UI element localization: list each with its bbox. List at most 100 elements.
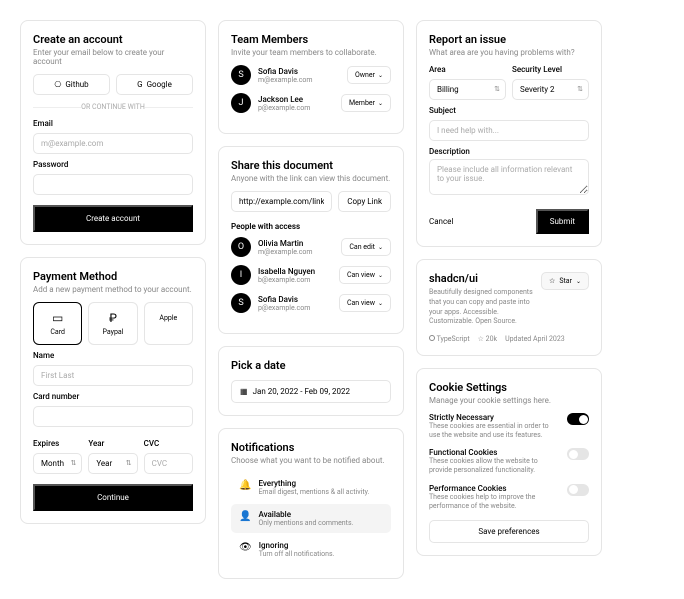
name-input[interactable] — [33, 365, 193, 386]
card-title: Create an account — [33, 33, 193, 46]
person-name: Olivia Martin — [258, 239, 334, 248]
github-button[interactable]: ⎔Github — [33, 74, 110, 95]
card-number-input[interactable] — [33, 406, 193, 427]
year-label: Year — [88, 439, 137, 448]
notif-desc: Turn off all notifications. — [259, 550, 335, 558]
card-subtitle: Invite your team members to collaborate. — [231, 48, 391, 57]
avatar: J — [231, 93, 251, 113]
cvc-label: CVC — [144, 439, 193, 448]
copy-link-button[interactable]: Copy Link — [338, 191, 391, 212]
date-range-button[interactable]: ▦Jan 20, 2022 - Feb 09, 2022 — [231, 380, 391, 403]
name-label: Name — [33, 351, 193, 360]
repo-name: shadcn/ui — [429, 272, 533, 285]
access-person: O Olivia Martinm@example.com Can edit ⌄ — [231, 237, 391, 257]
permission-select[interactable]: Can edit ⌄ — [341, 238, 391, 256]
notification-option[interactable]: 👤AvailableOnly mentions and comments. — [231, 504, 391, 533]
create-account-card: Create an account Enter your email below… — [20, 20, 206, 245]
person-email: p@example.com — [258, 304, 332, 312]
notif-icon: 👁 — [239, 542, 252, 553]
save-preferences-button[interactable]: Save preferences — [429, 520, 589, 543]
avatar: S — [231, 293, 251, 313]
card-title: Cookie Settings — [429, 381, 589, 394]
avatar: I — [231, 265, 251, 285]
lang-dot-icon — [429, 335, 435, 341]
member-name: Sofia Davis — [258, 67, 340, 76]
team-member: J Jackson Leep@example.com Member ⌄ — [231, 93, 391, 113]
google-button[interactable]: GGoogle — [116, 74, 193, 95]
payment-card: Payment Method Add a new payment method … — [20, 257, 206, 524]
notification-option[interactable]: 🔔EverythingEmail digest, mentions & all … — [231, 473, 391, 502]
cookie-toggle[interactable] — [567, 448, 589, 460]
person-name: Isabella Nguyen — [258, 267, 332, 276]
chevron-down-icon: ⌄ — [378, 72, 383, 79]
date-picker-card: Pick a date ▦Jan 20, 2022 - Feb 09, 2022 — [218, 346, 404, 416]
chevron-down-icon: ⌄ — [378, 244, 383, 251]
expires-year-select[interactable]: Year — [88, 453, 137, 474]
area-select[interactable]: Billing — [429, 79, 506, 100]
star-button[interactable]: ☆Star⌄ — [541, 272, 589, 290]
create-account-button[interactable]: Create account — [33, 205, 193, 232]
password-input[interactable] — [33, 174, 193, 195]
role-select[interactable]: Member ⌄ — [341, 94, 391, 112]
description-input[interactable] — [429, 159, 589, 195]
card-subtitle: Choose what you want to be notified abou… — [231, 456, 391, 465]
person-email: m@example.com — [258, 248, 334, 256]
pay-option-paypal[interactable]: ₽Paypal — [88, 302, 137, 345]
chevron-down-icon: ⌄ — [378, 300, 383, 307]
cookie-title: Strictly Necessary — [429, 413, 559, 422]
member-name: Jackson Lee — [258, 95, 334, 104]
expires-label: Expires — [33, 439, 82, 448]
email-input[interactable] — [33, 133, 193, 154]
cookie-title: Performance Cookies — [429, 484, 559, 493]
member-email: p@example.com — [258, 104, 334, 112]
chevron-down-icon: ⌄ — [378, 272, 383, 279]
card-title: Pick a date — [231, 359, 391, 372]
avatar: O — [231, 237, 251, 257]
repo-description: Beautifully designed components that you… — [429, 288, 533, 327]
subject-input[interactable] — [429, 120, 589, 141]
repo-card: shadcn/ui Beautifully designed component… — [416, 259, 602, 356]
card-subtitle: Manage your cookie settings here. — [429, 396, 589, 405]
permission-select[interactable]: Can view ⌄ — [339, 294, 391, 312]
notif-icon: 🔔 — [239, 480, 251, 491]
paypal-icon: ₽ — [93, 311, 132, 325]
lang-indicator: TypeScript — [429, 335, 470, 343]
password-label: Password — [33, 160, 193, 169]
email-label: Email — [33, 119, 193, 128]
card-icon: ▭ — [38, 311, 77, 325]
notif-desc: Only mentions and comments. — [258, 519, 353, 527]
card-subtitle: Enter your email below to create your ac… — [33, 48, 193, 66]
pay-option-apple[interactable]: Apple — [144, 302, 193, 345]
cookie-toggle[interactable] — [567, 413, 589, 425]
cookie-setting: Performance CookiesThese cookies help to… — [429, 484, 589, 511]
card-title: Team Members — [231, 33, 391, 46]
cookie-toggle[interactable] — [567, 484, 589, 496]
card-title: Report an issue — [429, 33, 589, 46]
report-issue-card: Report an issue What area are you having… — [416, 20, 602, 247]
continue-button[interactable]: Continue — [33, 484, 193, 511]
team-member: SSofia Davism@example.comOwner ⌄ — [231, 65, 391, 85]
avatar: S — [231, 65, 251, 85]
card-title: Payment Method — [33, 270, 193, 283]
pay-option-card[interactable]: ▭Card — [33, 302, 82, 345]
share-document-card: Share this document Anyone with the link… — [218, 146, 404, 334]
cvc-input[interactable] — [144, 453, 193, 474]
github-icon: ⎔ — [54, 80, 61, 89]
cookie-desc: These cookies are essential in order to … — [429, 422, 559, 440]
notif-desc: Email digest, mentions & all activity. — [258, 488, 369, 496]
expires-month-select[interactable]: Month — [33, 453, 82, 474]
card-subtitle: Add a new payment method to your account… — [33, 285, 193, 294]
chevron-down-icon: ⌄ — [576, 278, 581, 285]
notif-title: Ignoring — [259, 541, 335, 550]
security-select[interactable]: Severity 2 — [512, 79, 589, 100]
permission-select[interactable]: Can view ⌄ — [339, 266, 391, 284]
cancel-button[interactable]: Cancel — [429, 217, 453, 226]
cookie-setting: Functional CookiesThese cookies allow th… — [429, 448, 589, 475]
cookie-title: Functional Cookies — [429, 448, 559, 457]
role-select[interactable]: Owner ⌄ — [347, 66, 391, 84]
card-subtitle: What area are you having problems with? — [429, 48, 589, 57]
share-link-input[interactable] — [231, 191, 332, 212]
submit-button[interactable]: Submit — [536, 209, 589, 234]
cookie-desc: These cookies help to improve the perfor… — [429, 493, 559, 511]
person-name: Sofia Davis — [258, 295, 332, 304]
